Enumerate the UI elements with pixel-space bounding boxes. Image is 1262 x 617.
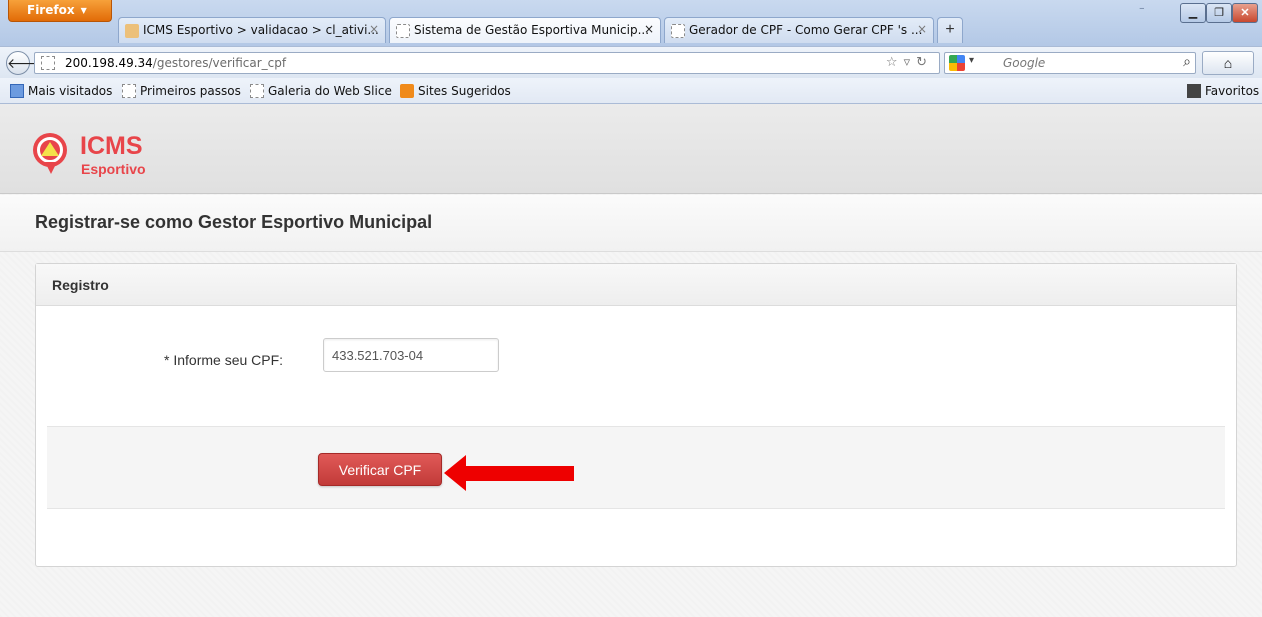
bookmark-galeria-web-slice[interactable]: Galeria do Web Slice (250, 84, 392, 98)
logo-title: ICMS (80, 132, 143, 160)
logo-subtitle: Esportivo (81, 161, 146, 177)
bookmark-label: Primeiros passos (140, 84, 241, 98)
cpf-field-label: * Informe seu CPF: (164, 352, 284, 368)
navigation-toolbar: 🡐 200.198.49.34/gestores/verificar_cpf ☆… (0, 46, 1262, 78)
tab-label: ICMS Esportivo > validacao > cl_ativi... (143, 23, 379, 37)
browser-titlebar: Firefox ▼ ICMS Esportivo > validacao > cl… (0, 0, 1262, 46)
tab-label: Gerador de CPF - Como Gerar CPF 's ... (689, 23, 923, 37)
favorites-icon (1187, 84, 1201, 98)
close-icon[interactable]: × (917, 22, 927, 36)
engine-dropdown-icon[interactable]: ▾ (969, 55, 974, 66)
tab-gerador-cpf[interactable]: Gerador de CPF - Como Gerar CPF 's ... × (664, 17, 934, 43)
firefox-menu-label: Firefox (27, 3, 75, 17)
chevron-down-icon: ▼ (80, 6, 87, 15)
sites-icon (400, 84, 414, 98)
page-icon (250, 84, 264, 98)
reload-icon[interactable]: ↻ (916, 55, 933, 70)
bookmark-label: Galeria do Web Slice (268, 84, 392, 98)
bookmark-label: Sites Sugeridos (418, 84, 511, 98)
page-icon (122, 84, 136, 98)
page-favicon-icon (396, 24, 410, 38)
bookmark-mais-visitados[interactable]: Mais visitados (10, 84, 112, 98)
close-icon[interactable]: × (369, 22, 379, 36)
page-heading-bar: Registrar-se como Gestor Esportivo Munic… (0, 195, 1262, 252)
red-arrow-annotation (444, 455, 574, 491)
panel-title: Registro (52, 277, 109, 293)
bookmarks-toolbar: Mais visitados Primeiros passos Galeria … (0, 78, 1262, 104)
url-path: /gestores/verificar_cpf (152, 56, 287, 70)
favorites-label: Favoritos (1205, 84, 1260, 98)
bookmark-primeiros-passos[interactable]: Primeiros passos (122, 84, 241, 98)
tab-label: Sistema de Gestão Esportiva Municip... (414, 23, 650, 37)
favorites-button[interactable]: Favoritos (1187, 84, 1259, 98)
site-identity-icon[interactable] (41, 56, 55, 70)
url-bar-actions: ☆▿↻ (886, 55, 933, 70)
window-close-button[interactable]: ✕ (1232, 3, 1258, 23)
google-engine-icon[interactable] (949, 55, 965, 71)
page-title: Registrar-se como Gestor Esportivo Munic… (35, 212, 433, 232)
form-actions: Verificar CPF (47, 426, 1225, 509)
maximize-button[interactable]: ❐ (1206, 3, 1232, 23)
search-icon[interactable]: ⌕ (1183, 54, 1191, 70)
wp-favicon-icon (125, 24, 139, 38)
verify-cpf-button[interactable]: Verificar CPF (318, 453, 442, 486)
back-button[interactable]: 🡐 (6, 51, 45, 75)
search-bar[interactable]: ▾ Google ⌕ (944, 52, 1196, 74)
tab-icms-validacao[interactable]: ICMS Esportivo > validacao > cl_ativi...… (118, 17, 386, 43)
page-favicon-icon (671, 24, 685, 38)
bookmark-sites-sugeridos[interactable]: Sites Sugeridos (400, 84, 511, 98)
dropdown-icon[interactable]: ▿ (904, 55, 917, 70)
close-icon[interactable]: × (644, 22, 654, 36)
minimize-button[interactable]: ▁ (1180, 3, 1206, 23)
registration-panel: Registro * Informe seu CPF: Verificar CP… (35, 263, 1237, 567)
home-button[interactable]: ⌂ (1202, 51, 1254, 75)
page-content: ICMS Esportivo Registrar-se como Gestor … (0, 104, 1262, 617)
site-header: ICMS Esportivo (0, 104, 1262, 194)
tab-sistema-gestao[interactable]: Sistema de Gestão Esportiva Municip... × (389, 17, 661, 43)
firefox-menu-button[interactable]: Firefox ▼ (8, 0, 112, 22)
url-bar[interactable]: 200.198.49.34/gestores/verificar_cpf ☆▿↻ (34, 52, 940, 74)
new-tab-button[interactable]: + (937, 17, 963, 43)
cpf-input[interactable] (323, 338, 499, 372)
bookmark-label: Mais visitados (28, 84, 113, 98)
search-placeholder: Google (1003, 56, 1046, 70)
bookmark-star-icon[interactable]: ☆ (886, 55, 904, 70)
url-host: 200.198.49.34 (65, 56, 153, 70)
bookmark-blue-icon (10, 84, 24, 98)
panel-header: Registro (36, 264, 1236, 306)
